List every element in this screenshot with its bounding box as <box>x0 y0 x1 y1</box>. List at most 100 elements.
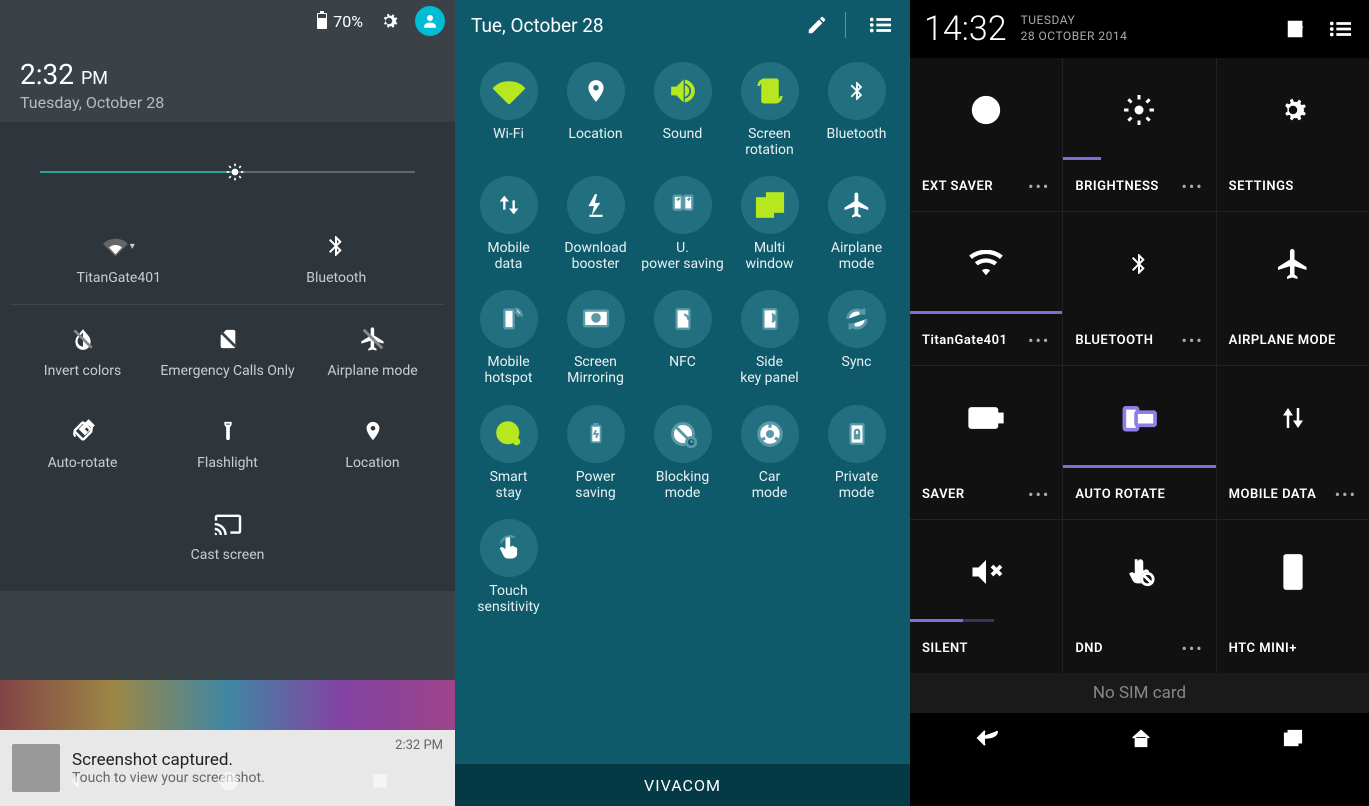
tile-label: NFC <box>669 354 696 386</box>
samsung-tile-bluetooth[interactable]: Bluetooth <box>813 56 900 164</box>
cast-tile[interactable]: Cast screen <box>10 489 445 581</box>
samsung-tile-sync[interactable]: Sync <box>813 284 900 392</box>
flashlight-tile[interactable]: Flashlight <box>155 397 300 489</box>
autorotate-label: Auto-rotate <box>48 455 118 471</box>
more-dots-icon[interactable]: ••• <box>1181 331 1203 350</box>
samsung-tile-sound[interactable]: Sound <box>639 56 726 164</box>
tile-label: Screenrotation <box>745 126 794 158</box>
download-icon <box>567 176 625 234</box>
samsung-tile-smartstay[interactable]: Smartstay <box>465 399 552 507</box>
samsung-tile-download[interactable]: Downloadbooster <box>552 170 639 278</box>
powersave-icon <box>654 176 712 234</box>
samsung-tile-touch[interactable]: Touchsensitivity <box>465 513 552 621</box>
samsung-quick-settings-panel: Tue, October 28 Wi-Fi Location Sound Screen… <box>455 0 910 806</box>
samsung-tile-powersave[interactable]: U.power saving <box>639 170 726 278</box>
htc-tile-mobiledata[interactable]: MOBILE DATA••• <box>1217 366 1369 519</box>
autorotate-tile[interactable]: Auto-rotate <box>10 397 155 489</box>
htc-tile-htcmini[interactable]: HTC MINI+ <box>1217 520 1369 673</box>
more-dots-icon[interactable]: ••• <box>1181 177 1203 196</box>
htc-date-block[interactable]: TUESDAY28 OCTOBER 2014 <box>1021 13 1128 44</box>
samsung-tile-car[interactable]: Carmode <box>726 399 813 507</box>
samsung-tile-nfc[interactable]: NFC <box>639 284 726 392</box>
airplane-tile[interactable]: Airplane mode <box>300 305 445 397</box>
brightness-slider[interactable] <box>40 162 415 182</box>
time-date-block[interactable]: 2:32 PM Tuesday, October 28 <box>0 42 455 122</box>
battery-icon <box>317 13 327 29</box>
tile-label: SILENT <box>922 641 968 656</box>
cellular-tile[interactable]: Emergency Calls Only <box>155 305 300 397</box>
more-dots-icon[interactable]: ••• <box>1028 177 1050 196</box>
brightness-thumb-icon[interactable] <box>225 162 245 182</box>
status-bar: 70% <box>0 0 455 42</box>
htc-tile-bluetooth[interactable]: BLUETOOTH••• <box>1063 212 1215 365</box>
htc-tile-airplane[interactable]: AIRPLANE MODE <box>1217 212 1369 365</box>
more-dots-icon[interactable]: ••• <box>1028 331 1050 350</box>
edit-icon[interactable] <box>799 7 835 43</box>
tile-label: Location <box>568 126 622 158</box>
list-view-icon[interactable] <box>1325 14 1355 44</box>
saver-icon <box>910 366 1062 469</box>
notification-time: 2:32 PM <box>395 738 443 753</box>
htc-tile-brightness[interactable]: BRIGHTNESS ••• <box>1063 58 1215 211</box>
screenrot-icon <box>741 62 799 120</box>
htc-tile-gear[interactable]: SETTINGS <box>1217 58 1369 211</box>
samsung-tile-location[interactable]: Location <box>552 56 639 164</box>
tile-label: Carmode <box>752 469 788 501</box>
invert-colors-tile[interactable]: Invert colors <box>10 305 155 397</box>
android-quick-settings-panel: 70% 2:32 PM Tuesday, October 28 ▾ TitanG… <box>0 0 455 806</box>
location-tile[interactable]: Location <box>300 397 445 489</box>
wifi-tile[interactable]: ▾ TitanGate401 <box>10 212 228 305</box>
wifi-icon: ▾ <box>103 230 135 262</box>
tile-label: SAVER <box>922 487 965 502</box>
carrier-label: VIVACOM <box>455 764 910 806</box>
invert-label: Invert colors <box>44 363 121 379</box>
samsung-tile-mobiledata[interactable]: Mobiledata <box>465 170 552 278</box>
home-icon[interactable] <box>1130 728 1152 748</box>
samsung-tile-mirror[interactable]: ScreenMirroring <box>552 284 639 392</box>
samsung-tile-powersave2[interactable]: Powersaving <box>552 399 639 507</box>
more-dots-icon[interactable]: ••• <box>1028 485 1050 504</box>
samsung-tile-screenrot[interactable]: Screenrotation <box>726 56 813 164</box>
tile-label: Sidekey panel <box>740 354 798 386</box>
htc-tile-leaf[interactable]: EXT SAVER••• <box>910 58 1062 211</box>
settings-icon[interactable] <box>377 9 401 33</box>
htc-nav-bar <box>910 713 1369 763</box>
samsung-tile-private[interactable]: Privatemode <box>813 399 900 507</box>
multiwin-icon <box>741 176 799 234</box>
powersave2-icon <box>567 405 625 463</box>
autorotate-icon <box>1063 366 1215 469</box>
tile-label: Downloadbooster <box>564 240 626 272</box>
edit-icon[interactable] <box>1281 14 1311 44</box>
samsung-tile-hotspot[interactable]: Mobilehotspot <box>465 284 552 392</box>
htc-tile-dnd[interactable]: DND••• <box>1063 520 1215 673</box>
screenshot-notification[interactable]: Screenshot captured. Touch to view your … <box>0 730 455 806</box>
tile-label: BRIGHTNESS <box>1075 179 1159 194</box>
list-view-icon[interactable] <box>862 7 898 43</box>
samsung-tile-wifi[interactable]: Wi-Fi <box>465 56 552 164</box>
htc-tile-autorotate[interactable]: AUTO ROTATE <box>1063 366 1215 519</box>
sync-icon <box>828 290 886 348</box>
more-dots-icon[interactable]: ••• <box>1181 639 1203 658</box>
samsung-date[interactable]: Tue, October 28 <box>471 14 604 37</box>
more-dots-icon[interactable]: ••• <box>1335 485 1357 504</box>
htc-tile-saver[interactable]: SAVER ••• <box>910 366 1062 519</box>
bluetooth-tile[interactable]: Bluetooth <box>228 212 446 305</box>
airplane-icon <box>357 323 389 355</box>
battery-percent: 70% <box>333 12 363 31</box>
dnd-icon <box>1063 520 1215 623</box>
samsung-tile-airplane[interactable]: Airplanemode <box>813 170 900 278</box>
htc-clock[interactable]: 14:32 <box>924 9 1007 49</box>
back-icon[interactable] <box>975 728 1001 748</box>
tile-label: Sync <box>842 354 872 386</box>
invert-icon <box>67 323 99 355</box>
htc-tile-wifi[interactable]: TitanGate401••• <box>910 212 1062 365</box>
samsung-header: Tue, October 28 <box>455 0 910 50</box>
htc-tile-silent[interactable]: SILENT <box>910 520 1062 673</box>
samsung-tile-sidekey[interactable]: Sidekey panel <box>726 284 813 392</box>
tile-label: Smartstay <box>490 469 528 501</box>
samsung-tile-blocking[interactable]: Blockingmode <box>639 399 726 507</box>
recent-icon[interactable] <box>1282 728 1304 748</box>
samsung-tile-multiwin[interactable]: Multiwindow <box>726 170 813 278</box>
profile-avatar[interactable] <box>415 6 445 36</box>
notification-subtitle: Touch to view your screenshot. <box>72 770 383 786</box>
